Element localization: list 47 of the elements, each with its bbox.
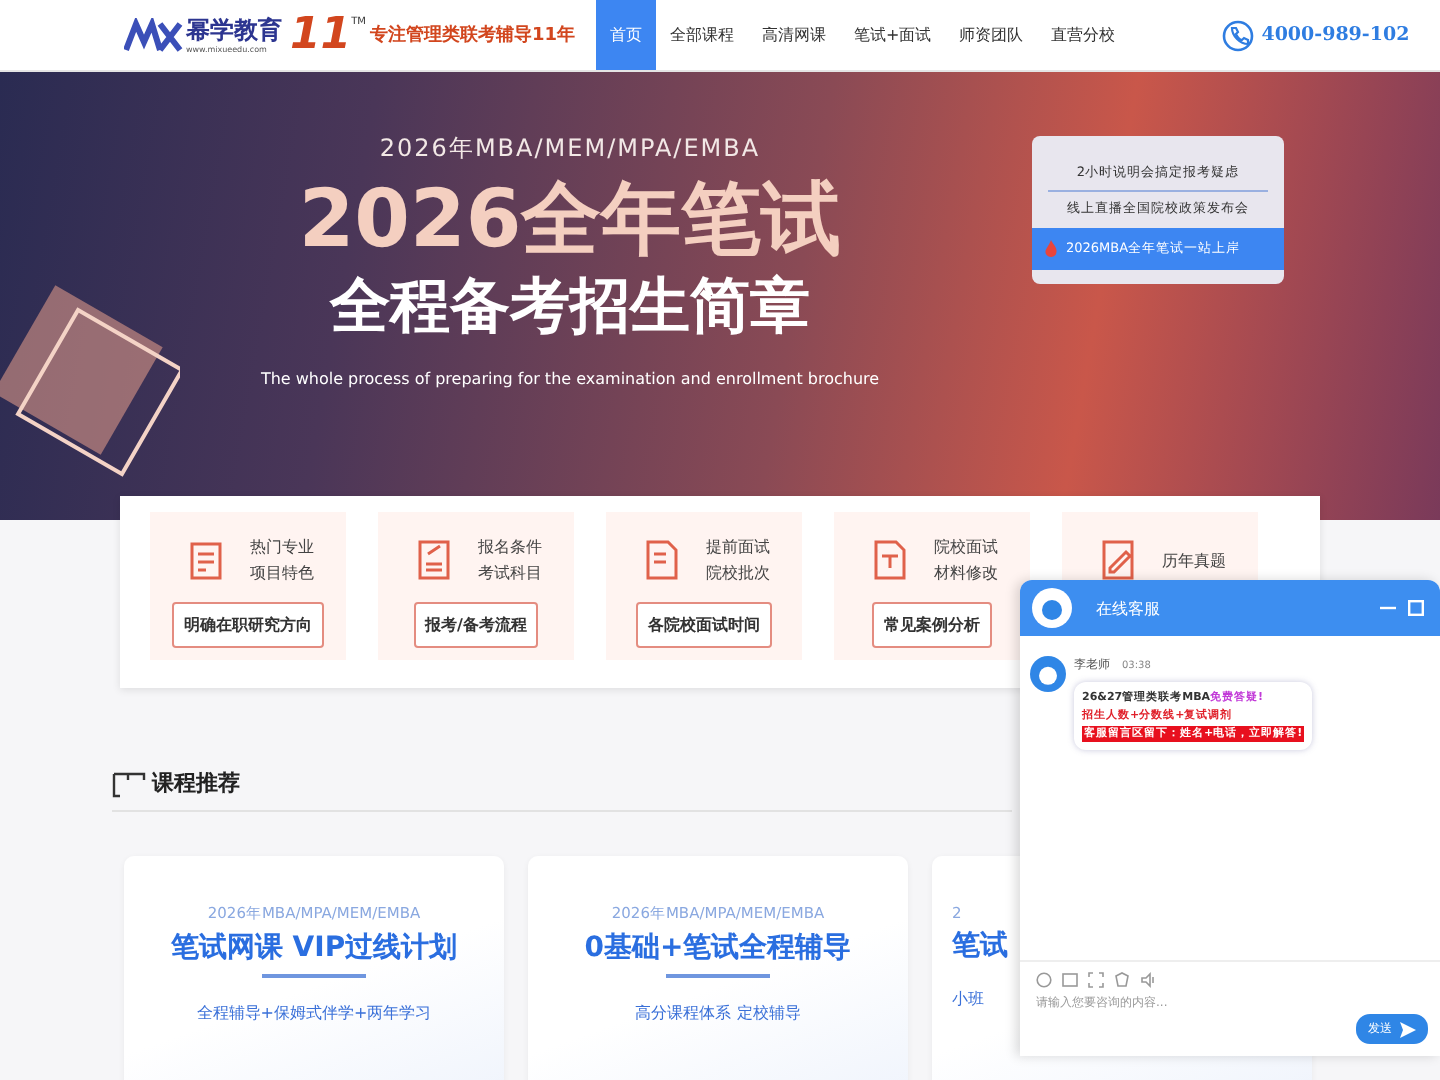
feature-label: 报名条件: [478, 536, 542, 560]
nav-item[interactable]: 师资团队: [945, 0, 1038, 70]
feature-label: 院校批次: [706, 562, 770, 586]
sound-icon[interactable]: [1140, 972, 1156, 988]
send-icon: [1400, 1021, 1416, 1037]
logo-icon: [124, 17, 184, 53]
course-tagline: 高分课程体系 定校辅导: [635, 1002, 801, 1024]
nav-item[interactable]: 高清网课: [748, 0, 840, 70]
feature-label: 历年真题: [1162, 549, 1226, 573]
feature-label: 材料修改: [934, 562, 998, 586]
course-tagline: 全程辅导+保姆式伴学+两年学习: [196, 1002, 432, 1024]
feature-label: 热门专业: [250, 536, 314, 560]
banner-caption: The whole process of preparing for the examination and enrollment brochure: [260, 370, 880, 388]
course-title: 0基础+笔试全程辅导: [584, 930, 852, 966]
feature-label: 提前面试: [706, 536, 770, 560]
slogan: 专注管理类联考辅导11年: [370, 22, 576, 48]
feature-button[interactable]: 报考/备考流程: [413, 602, 539, 648]
section-title: 课程推荐: [152, 768, 240, 798]
nav-item[interactable]: 全部课程: [656, 0, 748, 70]
course-title: 笔试: [952, 928, 1008, 964]
feature-button[interactable]: 各院校面试时间: [636, 602, 772, 648]
screenshot-icon[interactable]: [1088, 972, 1104, 988]
feature-button[interactable]: 明确在职研究方向: [172, 602, 324, 648]
nav-item[interactable]: 笔试+面试: [840, 0, 946, 70]
maximize-icon[interactable]: [1408, 600, 1424, 616]
phone-number: 4000-989-102: [1261, 24, 1410, 46]
feature-button[interactable]: 常见案例分析: [872, 602, 992, 648]
feature-label: 考试科目: [478, 562, 542, 586]
nav-item[interactable]: 直营分校: [1037, 0, 1130, 70]
feature-label: 院校面试: [934, 536, 998, 560]
feature-label: 项目特色: [250, 562, 314, 586]
course-tagline: 小班: [952, 988, 984, 1010]
brand-name: 幂学教育: [186, 17, 282, 43]
course-title: 笔试网课 VIP过线计划: [170, 930, 458, 966]
nav-item[interactable]: 首页: [596, 0, 656, 70]
title-underline: [666, 974, 770, 978]
emoji-icon[interactable]: [1036, 972, 1052, 988]
banner-kicker: 2026年MBA/MEM/MPA/EMBA: [379, 132, 761, 166]
avatar-icon: [1030, 656, 1066, 692]
title-underline: [262, 974, 366, 978]
image-icon[interactable]: [1062, 972, 1078, 988]
avatar-icon: [1032, 588, 1072, 628]
chat-title: 在线客服: [1096, 597, 1162, 619]
phone-icon: [1221, 19, 1254, 51]
years-label: 11: [290, 11, 352, 59]
banner-subtitle: 全程备考招生简章: [330, 270, 810, 346]
banner-title: 2026全年笔试: [298, 174, 842, 266]
